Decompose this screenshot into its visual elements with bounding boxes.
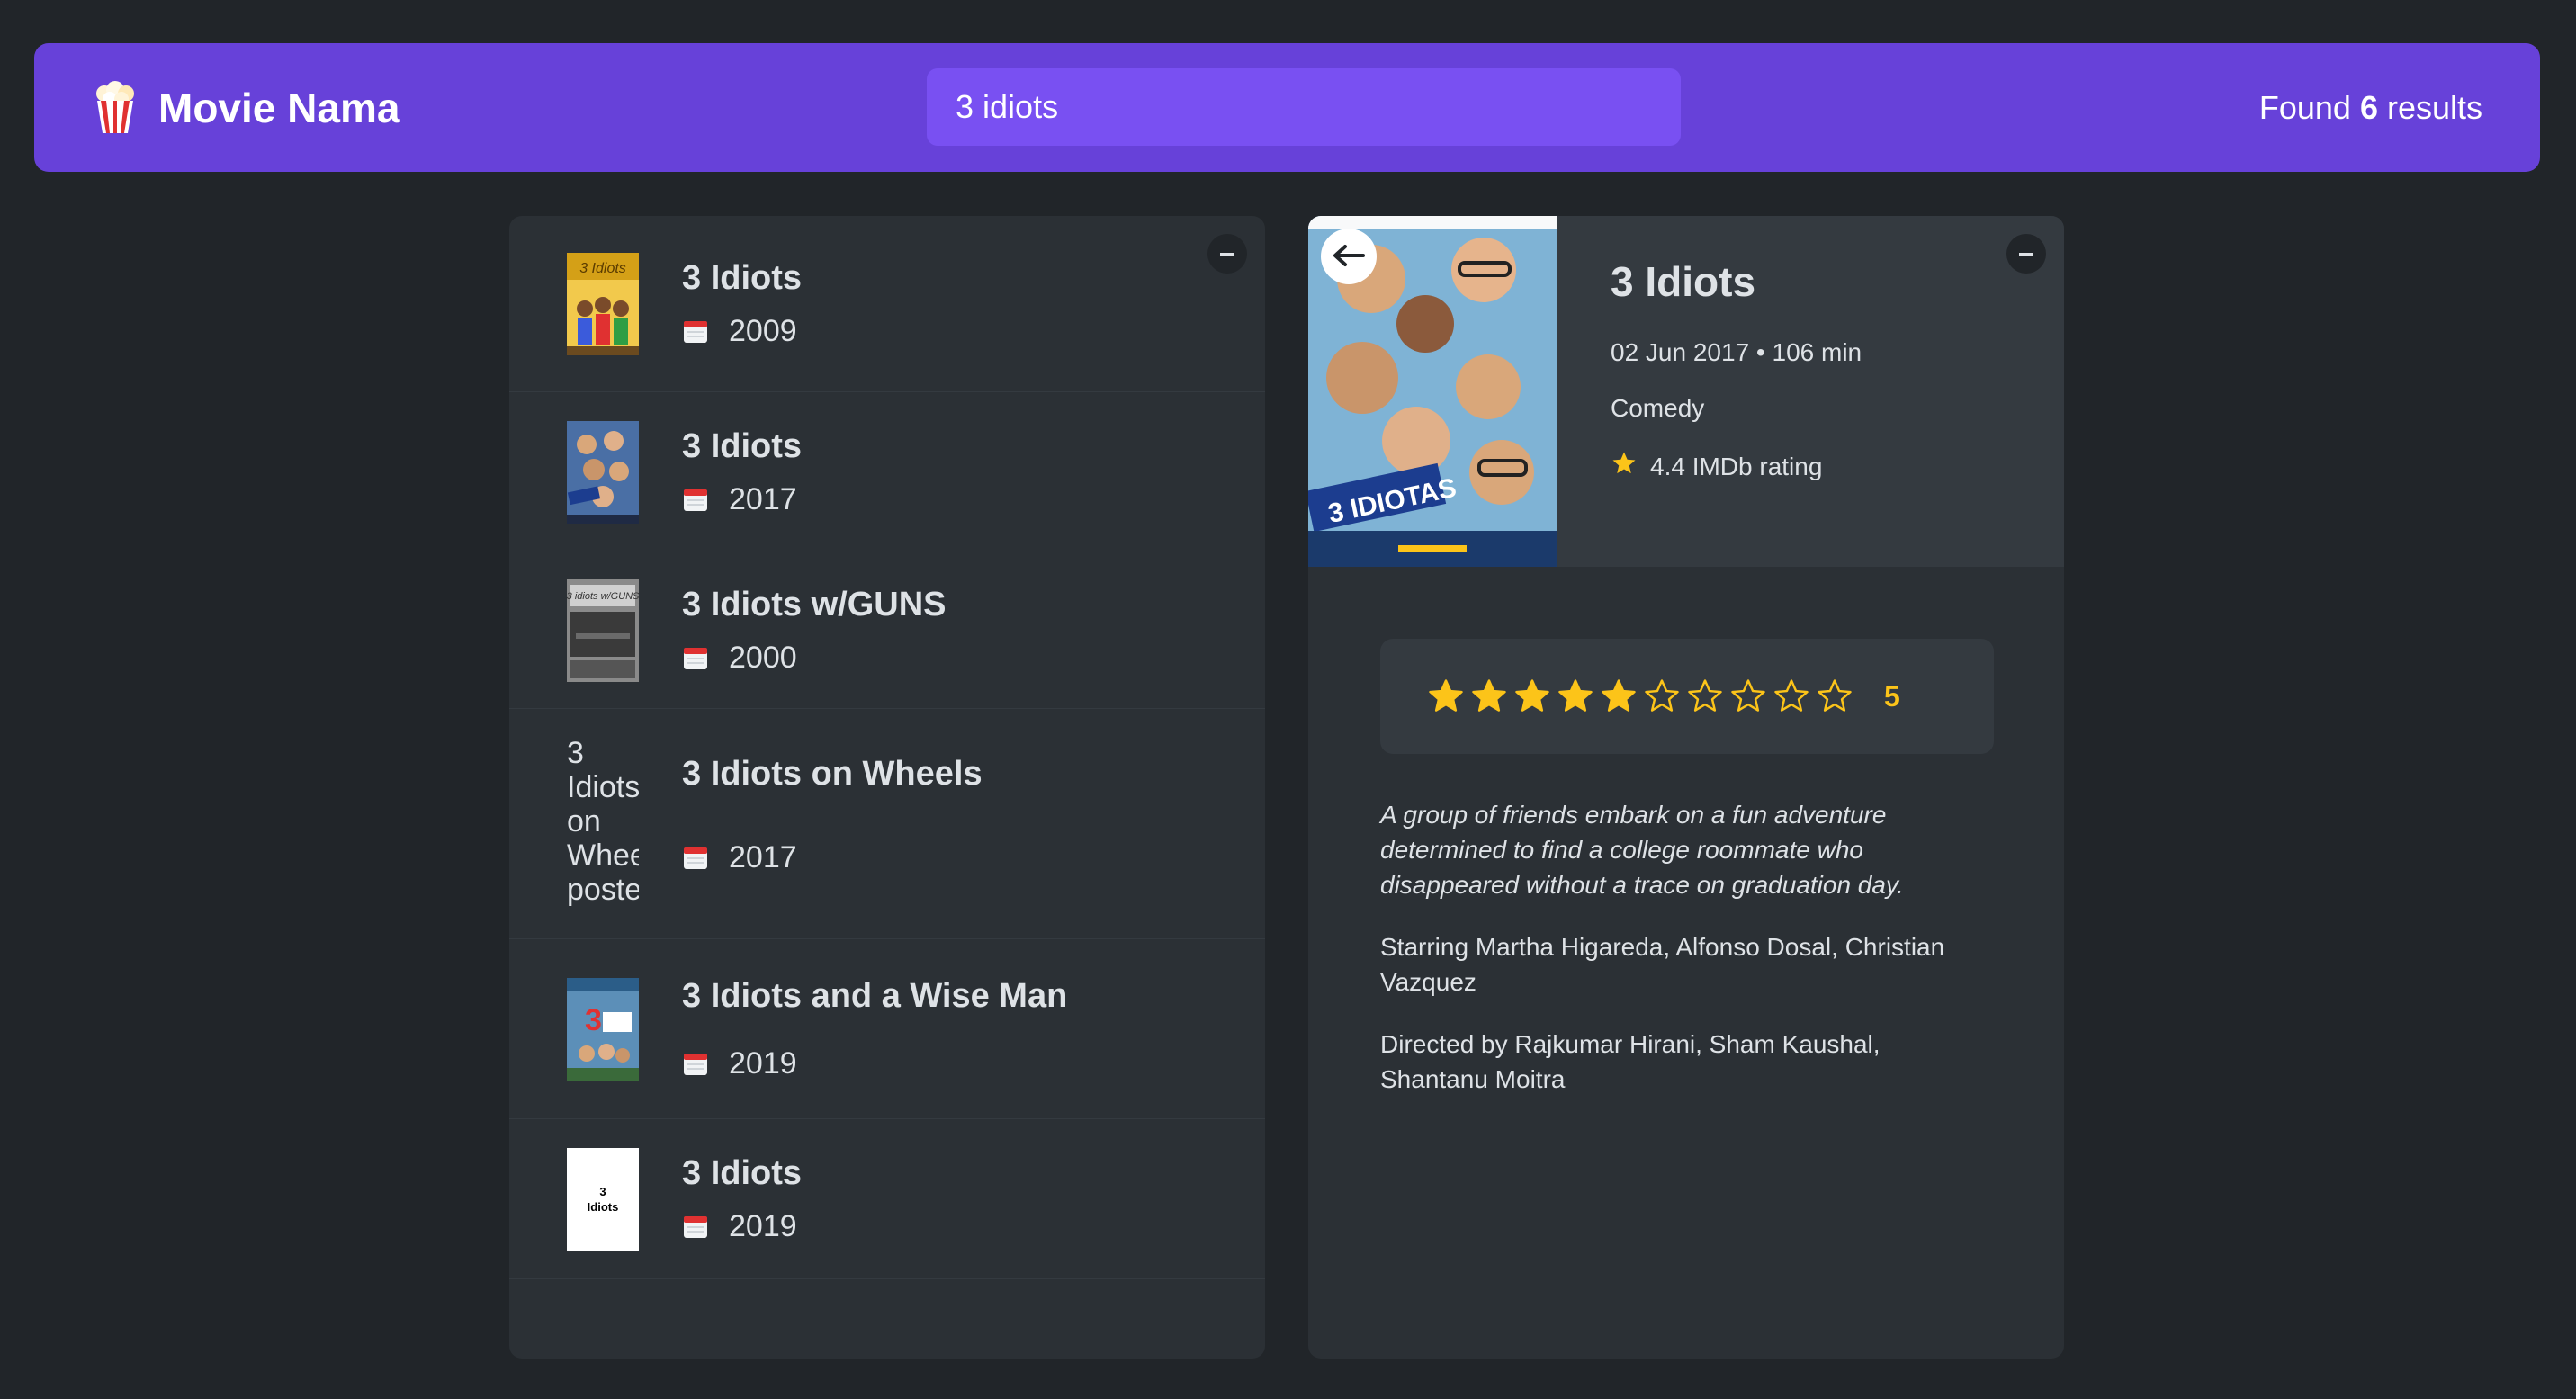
movie-item[interactable]: 3 Idiots on Wheels poster 3 Idiots on Wh… [509,709,1265,939]
movie-year: 2017 [729,481,797,516]
imdb-rating-text: 4.4 IMDb rating [1650,452,1823,480]
star-icon [1731,679,1765,712]
movie-item[interactable]: 3 Idiots 3 Idiots 2019 [509,1119,1265,1279]
runtime: 106 min [1772,338,1862,366]
star-icon [1472,679,1506,712]
movie-title: 3 Idiots [682,426,803,465]
popcorn-icon [92,80,139,135]
svg-text:3 idiots w/GUNS: 3 idiots w/GUNS [567,591,639,602]
calendar-icon [682,318,709,345]
movie-poster [567,420,639,524]
movie-poster: 3 idiots w/GUNS [567,578,639,682]
rating-star-7[interactable] [1686,677,1724,715]
details-header: 3 IDIOTAS 3 Idiots 02 Jun 2017 • 106 min… [1308,216,2064,567]
star-icon [1602,679,1636,712]
movie-year: 2019 [729,1208,797,1243]
star-icon [1515,679,1549,712]
movie-year: 2019 [729,1045,797,1081]
calendar-icon [682,844,709,871]
movie-year: 2017 [729,839,797,874]
movie-details-box: 3 IDIOTAS 3 Idiots 02 Jun 2017 • 106 min… [1308,216,2064,1359]
movie-item[interactable]: 3 Idiots 3 Idiots 2009 [509,216,1265,392]
movie-year: 2009 [729,313,797,348]
calendar-icon [682,1213,709,1240]
rating-star-3[interactable] [1513,677,1551,715]
plot: A group of friends embark on a fun adven… [1380,801,1904,899]
minus-icon [1220,252,1234,256]
logo: Movie Nama [92,80,400,135]
directed-by: Directed by Rajkumar Hirani, Sham Kausha… [1380,1030,1880,1093]
calendar-icon [682,486,709,513]
star-icon [1818,679,1852,712]
movie-list: 3 Idiots 3 Idiots 2009 3 Idiots 2017 3 i… [509,216,1265,1279]
rating-star-5[interactable] [1600,677,1638,715]
starring: Starring Martha Higareda, Alfonso Dosal,… [1380,933,1945,996]
rating-star-8[interactable] [1729,677,1767,715]
calendar-icon [682,1050,709,1077]
movie-title: 3 Idiots on Wheels [682,754,983,793]
rating-star-10[interactable] [1816,677,1853,715]
movie-title: 3 Idiots w/GUNS [682,585,947,623]
svg-text:3: 3 [585,1003,602,1037]
star-icon [1558,679,1593,712]
star-icon [1774,679,1809,712]
movie-poster: 3 Idiots [567,252,639,355]
results-prefix: Found [2258,88,2351,126]
release-date: 02 Jun 2017 [1611,338,1750,366]
back-button[interactable] [1321,229,1377,284]
rating-star-9[interactable] [1773,677,1810,715]
meta-separator: • [1755,338,1765,366]
rating-star-2[interactable] [1470,677,1508,715]
details-title: 3 Idiots [1611,258,1756,305]
star-icon [1688,679,1722,712]
movie-item[interactable]: 3 3 Idiots and a Wise Man 2019 [509,939,1265,1119]
imdb-rating: 4.4 IMDb rating [1611,450,1862,483]
rating-star-4[interactable] [1557,677,1594,715]
details-info: 3 Idiots 02 Jun 2017 • 106 min Comedy 4.… [1557,216,1916,567]
navbar: Movie Nama Found 6 results [34,43,2540,172]
collapse-list-button[interactable] [1207,234,1247,274]
movie-year: 2000 [729,640,797,675]
details-meta: 02 Jun 2017 • 106 min [1611,338,1862,367]
results-number: 6 [2359,88,2378,126]
star-rating: 5 [1380,639,1994,754]
app-title: Movie Nama [158,84,400,131]
star-icon [1611,450,1638,483]
movie-poster: 3 [567,977,639,1081]
movie-poster: 3 Idiots [567,1147,639,1251]
results-suffix: results [2386,88,2482,126]
movie-title: 3 Idiots [682,1153,803,1192]
svg-text:3 Idiots: 3 Idiots [579,261,626,276]
star-icon [1429,679,1463,712]
movie-title: 3 Idiots and a Wise Man [682,976,1068,1015]
search-input[interactable] [927,68,1681,146]
results-count: Found 6 results [2259,43,2482,172]
genre: Comedy [1611,394,1705,422]
star-icon [1645,679,1679,712]
minus-icon [2019,252,2033,256]
details-body: 5 A group of friends embark on a fun adv… [1308,567,2064,1169]
calendar-icon [682,644,709,671]
broken-poster-alt: 3 Idiots on Wheels poster [567,735,639,907]
star-rating-value: 5 [1884,679,1900,713]
collapse-details-button[interactable] [2006,234,2046,274]
rating-star-6[interactable] [1643,677,1681,715]
movie-title: 3 Idiots [682,258,803,297]
movie-item[interactable]: 3 Idiots 2017 [509,392,1265,552]
rating-star-1[interactable] [1427,677,1465,715]
detail-poster: 3 IDIOTAS [1308,216,1557,567]
movie-list-box: 3 Idiots 3 Idiots 2009 3 Idiots 2017 3 i… [509,216,1265,1359]
movie-item[interactable]: 3 idiots w/GUNS 3 Idiots w/GUNS 2000 [509,552,1265,709]
arrow-left-icon [1333,244,1365,270]
star-rating-stars [1427,677,1853,715]
poster-text: 3 Idiots [587,1184,619,1214]
